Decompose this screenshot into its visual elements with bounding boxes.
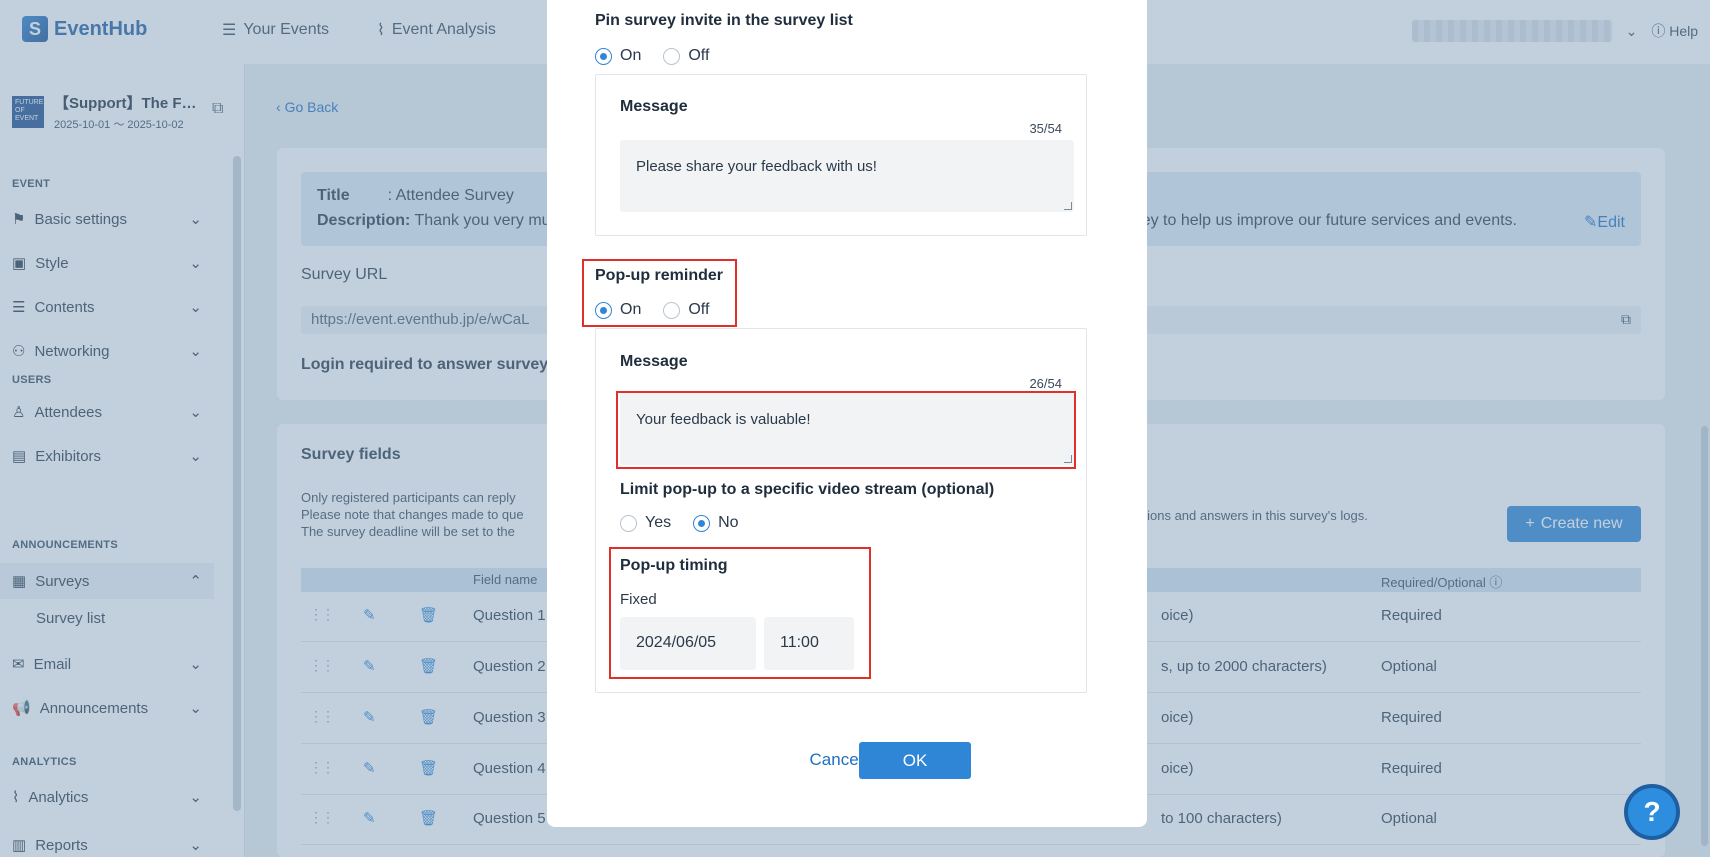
pin-message-text: Please share your feedback with us! <box>636 158 877 175</box>
limit-heading: Limit pop-up to a specific video stream … <box>620 481 995 498</box>
limit-radio-group: Yes No <box>620 514 761 532</box>
popup-message-highlight <box>616 391 1076 469</box>
pin-heading: Pin survey invite in the survey list <box>595 12 853 29</box>
radio-on-icon <box>595 47 612 65</box>
popup-highlight <box>582 259 737 327</box>
timing-highlight <box>609 547 871 679</box>
survey-settings-modal: Pin survey invite in the survey list On … <box>547 0 1147 827</box>
popup-char-counter: 26/54 <box>1029 376 1062 391</box>
pin-message-textarea[interactable]: Please share your feedback with us! <box>620 140 1074 212</box>
radio-label: On <box>620 47 642 64</box>
radio-label: Off <box>688 47 710 64</box>
pin-message-box: Message 35/54 Please share your feedback… <box>595 74 1087 236</box>
pin-on-radio[interactable]: On <box>595 47 641 65</box>
limit-no-radio[interactable]: No <box>693 514 739 532</box>
message-heading: Message <box>620 353 688 370</box>
pin-radio-group: On Off <box>595 47 731 65</box>
radio-label: No <box>718 514 739 531</box>
ok-button[interactable]: OK <box>859 742 971 779</box>
help-chat-button[interactable]: ? <box>1624 784 1680 840</box>
radio-on-icon <box>693 514 711 532</box>
radio-off-icon <box>620 514 637 532</box>
limit-yes-radio[interactable]: Yes <box>620 514 671 532</box>
radio-label: Yes <box>645 514 672 531</box>
resize-handle-icon[interactable] <box>1064 202 1072 210</box>
pin-char-counter: 35/54 <box>1029 121 1062 136</box>
radio-off-icon <box>663 47 681 65</box>
pin-off-radio[interactable]: Off <box>663 47 709 65</box>
message-heading: Message <box>620 98 688 115</box>
popup-settings-box: Message 26/54 Your feedback is valuable!… <box>595 328 1087 693</box>
question-icon: ? <box>1643 796 1661 827</box>
